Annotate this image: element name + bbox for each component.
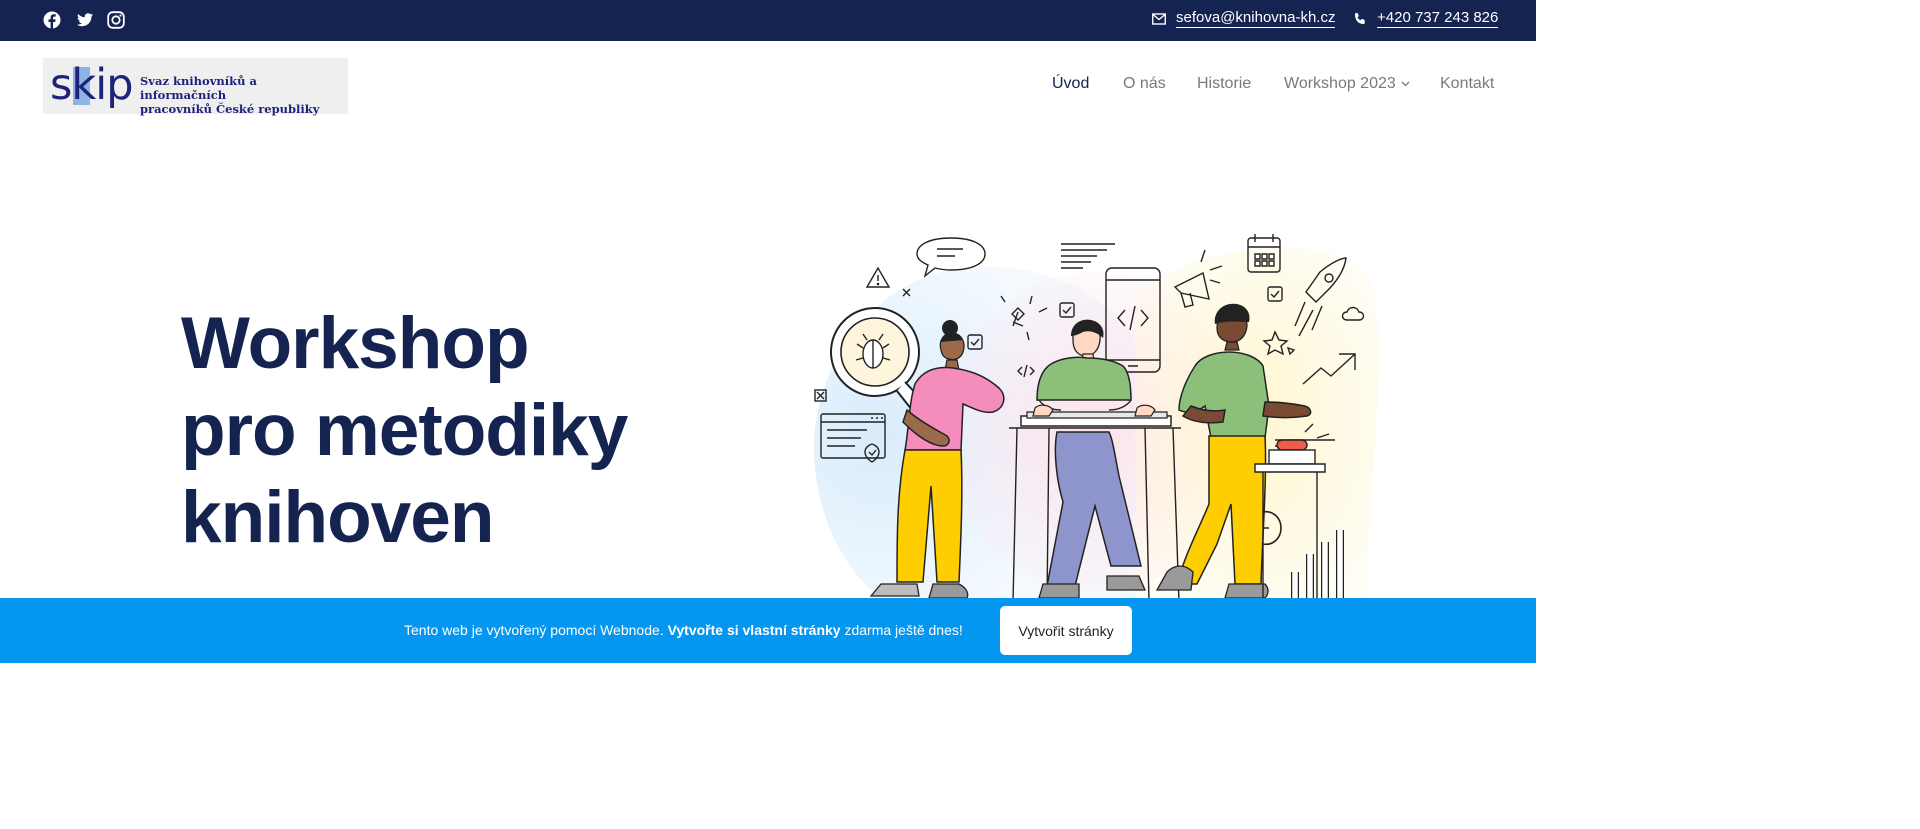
banner-text-pre: Tento web je vytvořený pomocí Webnode. — [404, 622, 664, 638]
logo-subtitle: Svaz knihovníků a informačních pracovník… — [140, 74, 344, 116]
hero-title-line: Workshop — [181, 303, 530, 384]
nav-item-label: Úvod — [1052, 75, 1090, 92]
banner-text: Tento web je vytvořený pomocí Webnode. V… — [404, 622, 963, 638]
nav-item-label: Historie — [1197, 75, 1252, 92]
logo-subtitle-line1: Svaz knihovníků a informačních — [140, 74, 257, 102]
nav-item-label: Kontakt — [1440, 75, 1495, 92]
create-site-button[interactable]: Vytvořit stránky — [1000, 606, 1132, 655]
phone-link[interactable]: +420 737 243 826 — [1377, 9, 1499, 28]
nav-item-uvod[interactable]: Úvod — [1052, 75, 1089, 93]
nav-item-o-nas[interactable]: O nás — [1123, 75, 1166, 93]
chevron-down-icon — [1401, 81, 1410, 87]
twitter-icon[interactable] — [76, 11, 94, 29]
nav-item-kontakt[interactable]: Kontakt — [1440, 75, 1494, 93]
phone-contact: +420 737 243 826 — [1354, 9, 1499, 28]
nav-item-workshop-2023[interactable]: Workshop 2023 — [1284, 75, 1410, 93]
nav-item-historie[interactable]: Historie — [1197, 75, 1251, 93]
instagram-icon[interactable] — [107, 11, 125, 29]
nav-item-label: Workshop 2023 — [1284, 75, 1396, 92]
webnode-banner: Tento web je vytvořený pomocí Webnode. V… — [0, 598, 1536, 663]
hero-title-line: knihoven — [181, 477, 494, 558]
banner-text-bold: Vytvořte si vlastní stránky — [667, 622, 841, 638]
site-logo[interactable]: skip Svaz knihovníků a informačních prac… — [43, 58, 348, 116]
page-frame: sefova@knihovna-kh.cz +420 737 243 826 s… — [0, 0, 1536, 829]
hero-title: Workshop pro metodiky knihoven — [181, 300, 701, 561]
hero-illustration — [813, 234, 1379, 602]
top-bar: sefova@knihovna-kh.cz +420 737 243 826 — [0, 0, 1536, 41]
phone-icon — [1355, 13, 1365, 24]
mail-icon — [1152, 12, 1166, 25]
email-contact: sefova@knihovna-kh.cz — [1152, 9, 1336, 28]
facebook-icon[interactable] — [43, 11, 61, 29]
logo-word: skip — [50, 60, 134, 110]
logo-subtitle-line2: pracovníků České republiky — [140, 102, 320, 116]
banner-text-post: zdarma ještě dnes! — [844, 622, 963, 638]
nav-item-label: O nás — [1123, 75, 1166, 92]
email-link[interactable]: sefova@knihovna-kh.cz — [1176, 9, 1336, 28]
hero-title-line: pro metodiky — [181, 390, 628, 471]
